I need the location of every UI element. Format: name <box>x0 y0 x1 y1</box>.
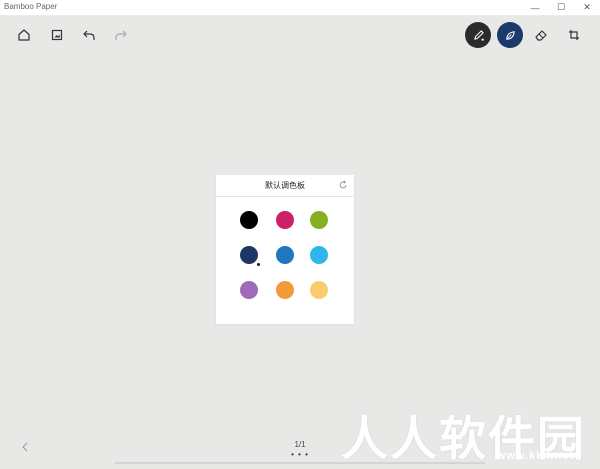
color-swatch-green[interactable] <box>310 211 328 229</box>
redo-icon <box>115 30 127 40</box>
eraser-icon <box>535 30 547 41</box>
image-icon <box>51 29 63 41</box>
refresh-icon <box>339 180 347 189</box>
color-swatch-sky-blue[interactable] <box>310 246 328 264</box>
color-swatch-blue[interactable] <box>276 246 294 264</box>
app-title: Bamboo Paper <box>4 2 58 11</box>
maximize-button[interactable]: ☐ <box>548 0 574 15</box>
close-button[interactable]: ✕ <box>574 0 600 15</box>
pen-tool-button[interactable] <box>465 22 491 48</box>
color-swatch-black[interactable] <box>240 211 258 229</box>
selected-indicator <box>257 263 260 266</box>
toolbar <box>0 15 600 55</box>
minimize-button[interactable]: — <box>522 0 548 15</box>
home-button[interactable] <box>11 22 37 48</box>
crop-icon <box>569 30 579 40</box>
home-icon <box>18 29 30 41</box>
eraser-tool-button[interactable] <box>528 22 554 48</box>
color-swatch-magenta[interactable] <box>276 211 294 229</box>
image-button[interactable] <box>44 22 70 48</box>
color-swatch-navy[interactable] <box>240 246 260 266</box>
crop-tool-button[interactable] <box>561 22 587 48</box>
color-swatch-orange[interactable] <box>276 281 294 299</box>
palette-reset-button[interactable] <box>337 179 349 191</box>
brush-icon <box>505 30 515 40</box>
pen-icon <box>473 29 484 41</box>
palette-title: 默认调色板 <box>216 175 354 197</box>
color-swatch-purple[interactable] <box>240 281 258 299</box>
color-palette-panel: 默认调色板 <box>216 175 354 324</box>
brush-tool-button[interactable] <box>497 22 523 48</box>
color-swatch-yellow[interactable] <box>310 281 328 299</box>
title-bar: Bamboo Paper — ☐ ✕ <box>0 0 600 16</box>
undo-button[interactable] <box>76 22 102 48</box>
watermark-url: www.kkx.net <box>496 450 574 462</box>
previous-page-button[interactable] <box>18 440 32 454</box>
chevron-left-icon <box>22 442 28 452</box>
close-icon: ✕ <box>583 2 591 12</box>
page-number: 1/1 <box>294 440 306 449</box>
minimize-icon: — <box>530 2 540 13</box>
undo-icon <box>83 30 95 40</box>
redo-button[interactable] <box>108 22 134 48</box>
page-menu-button[interactable]: • • • <box>289 451 311 459</box>
maximize-icon: ☐ <box>556 2 566 12</box>
